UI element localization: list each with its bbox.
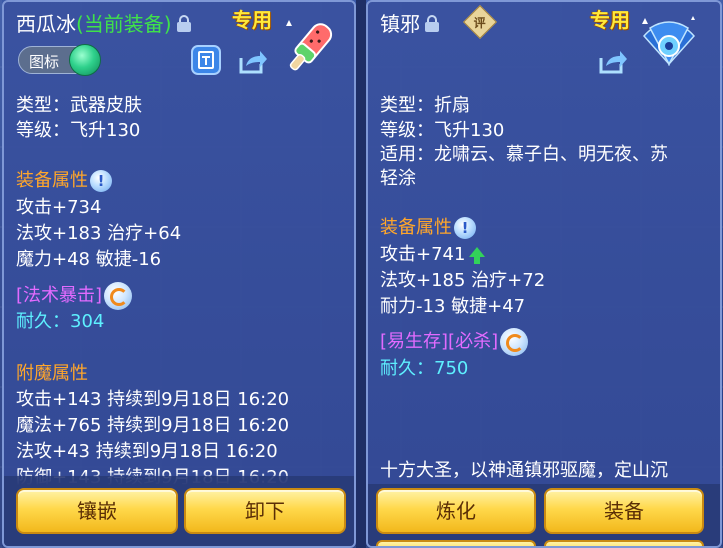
enchant-line: 攻击+143 持续到9月18日 16:20 (16, 389, 290, 410)
info-icon[interactable]: ! (90, 170, 112, 192)
item-type: 类型：折扇 (380, 95, 470, 116)
next-button-partial[interactable] (376, 540, 536, 546)
codex-icon[interactable] (190, 44, 222, 76)
toggle-label: 图标 (29, 53, 60, 71)
icon-toggle[interactable]: 图标 (18, 44, 101, 76)
durability-value: 304 (70, 311, 105, 332)
equipped-item-tooltip: 西瓜冰 (当前装备) 专用 图标 类型：武器皮肤 等级：飞升130 装备属性 !… (2, 0, 356, 548)
share-icon[interactable] (596, 46, 628, 78)
stat-line: 魔力+48 敏捷-16 (16, 249, 162, 270)
durability-row: 耐久：304 (16, 310, 104, 334)
eval-badge-label: 评 (473, 15, 487, 30)
share-icon[interactable] (236, 46, 268, 78)
lock-icon[interactable] (425, 14, 439, 32)
item-description: 十方大圣，以神通镇邪驱魔，定山沉 (380, 460, 668, 481)
stat-line: 攻击+734 (16, 197, 102, 218)
exclusive-tag: 专用 (590, 8, 630, 32)
item-title: 西瓜冰 (当前装备) (16, 8, 191, 37)
suitable-characters-cont: 轻涂 (380, 168, 416, 189)
next-button-partial[interactable] (544, 540, 704, 546)
stat-line: 法攻+185 治疗+72 (380, 270, 546, 291)
eval-badge[interactable]: 评 (463, 5, 497, 39)
equip-attr-label: 装备属性 (16, 170, 88, 191)
enchant-header: 附魔属性 (16, 363, 88, 384)
equipped-tag: (当前装备) (76, 12, 172, 36)
item-level: 等级：飞升130 (380, 120, 505, 141)
blue-fan-icon (636, 14, 702, 80)
special-skill-row: [易生存][必杀] (380, 328, 529, 356)
refresh-icon[interactable] (500, 328, 529, 356)
refresh-icon[interactable] (104, 282, 133, 310)
stat-attack: 攻击+741 (380, 244, 466, 265)
durability-label: 耐久： (16, 311, 70, 332)
toggle-knob[interactable] (69, 44, 101, 76)
special-skill-row: [法术暴击] (16, 282, 133, 310)
info-icon[interactable]: ! (454, 217, 476, 239)
panel-gap (356, 0, 366, 548)
item-level: 等级：飞升130 (16, 120, 141, 141)
item-title: 镇邪 (380, 8, 439, 37)
equip-attr-header: 装备属性! (380, 216, 476, 240)
enchant-line: 法攻+43 持续到9月18日 16:20 (16, 441, 278, 462)
suitable-characters: 适用：龙啸云、慕子白、明无夜、苏 (380, 144, 668, 165)
item-name: 西瓜冰 (16, 12, 76, 36)
stat-line: 耐力-13 敏捷+47 (380, 296, 526, 317)
equip-attr-label: 装备属性 (380, 217, 452, 238)
stat-line: 攻击+741 (380, 243, 486, 267)
refine-button[interactable]: 炼化 (376, 488, 536, 534)
item-name: 镇邪 (380, 12, 420, 36)
exclusive-tag: 专用 (232, 8, 272, 32)
unequip-button[interactable]: 卸下 (184, 488, 346, 534)
equip-attr-header: 装备属性! (16, 169, 112, 193)
equip-button[interactable]: 装备 (544, 488, 704, 534)
special-skill: [易生存][必杀] (380, 331, 499, 352)
stat-line: 法攻+183 治疗+64 (16, 223, 182, 244)
durability-value: 750 (434, 358, 469, 379)
item-type: 类型：武器皮肤 (16, 95, 142, 116)
special-skill: [法术暴击] (16, 285, 103, 306)
durability-row: 耐久：750 (380, 357, 468, 381)
watermelon-popsicle-icon (276, 14, 342, 80)
compare-item-tooltip: 镇邪 评 专用 类型：折扇 等级：飞升130 适用：龙啸云、慕子白、明无夜、苏 … (366, 0, 722, 548)
up-arrow-icon (469, 247, 486, 264)
durability-label: 耐久： (380, 358, 434, 379)
lock-icon[interactable] (176, 14, 191, 32)
enchant-line: 魔法+765 持续到9月18日 16:20 (16, 415, 290, 436)
inlay-button[interactable]: 镶嵌 (16, 488, 178, 534)
